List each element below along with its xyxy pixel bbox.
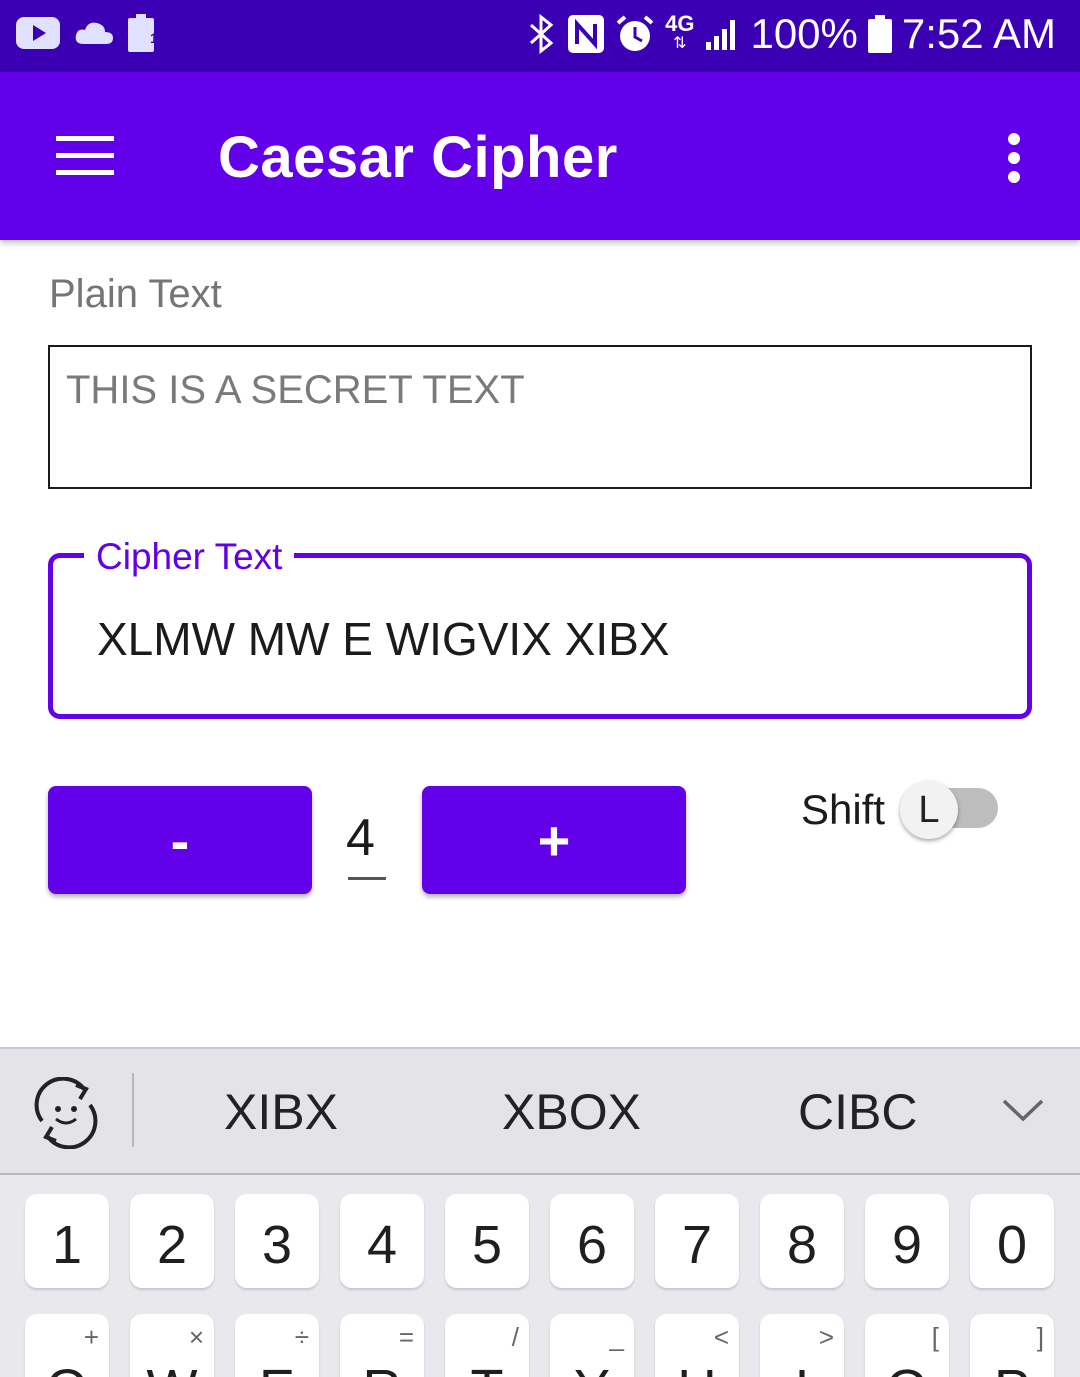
suggestion-3[interactable]: CIBC [798,1083,917,1141]
key-u[interactable]: <U [655,1314,739,1377]
plain-text-label: Plain Text [49,272,222,316]
key-o[interactable]: [O [865,1314,949,1377]
key-7[interactable]: 7 [655,1194,739,1288]
suggestion-1[interactable]: XIBX [224,1083,338,1141]
battery-percent: 100% [750,10,858,57]
key-i[interactable]: >I [760,1314,844,1377]
youtube-icon [16,17,60,49]
key-q[interactable]: +Q [25,1314,109,1377]
key-e[interactable]: ÷E [235,1314,319,1377]
status-bar: 100 4G ⇅ 100% 7:52 AM [0,0,1080,72]
clock: 7:52 AM [901,10,1056,57]
cipher-text-value[interactable]: XLMW MW E WIGVIX XIBX [97,612,669,666]
key-3[interactable]: 3 [235,1194,319,1288]
key-y[interactable]: _Y [550,1314,634,1377]
emoji-button[interactable] [30,1076,102,1150]
key-w[interactable]: ×W [130,1314,214,1377]
suggestion-divider [132,1073,134,1147]
decrease-shift-button[interactable]: - [48,786,312,894]
key-0[interactable]: 0 [970,1194,1054,1288]
cloud-icon [74,20,114,46]
plain-text-field[interactable] [48,345,1032,489]
overflow-menu-button[interactable] [994,122,1034,190]
app-bar: Caesar Cipher [0,72,1080,240]
increase-shift-button[interactable]: + [422,786,686,894]
key-2[interactable]: 2 [130,1194,214,1288]
key-6[interactable]: 6 [550,1194,634,1288]
key-8[interactable]: 8 [760,1194,844,1288]
app-title: Caesar Cipher [218,125,618,190]
key-p[interactable]: ]P [970,1314,1054,1377]
emoji-refresh-icon [34,1076,98,1150]
battery-badge-text: 100 [150,30,174,46]
key-9[interactable]: 9 [865,1194,949,1288]
status-right-icons: 4G ⇅ 100% 7:52 AM [525,10,1056,58]
shift-toggle-thumb[interactable]: L [900,781,958,839]
soft-keyboard: XIBX XBOX CIBC 1 2 3 4 5 6 7 8 9 0 +Q ×W… [0,1047,1080,1377]
suggestion-bar: XIBX XBOX CIBC [0,1049,1080,1175]
cipher-text-label: Cipher Text [84,536,295,578]
menu-button[interactable] [46,122,122,190]
expand-suggestions-button[interactable] [1000,1093,1046,1127]
status-left-icons: 100 [16,14,173,52]
key-r[interactable]: =R [340,1314,424,1377]
shift-toggle-label: Shift [801,786,886,833]
key-5[interactable]: 5 [445,1194,529,1288]
bluetooth-icon [525,14,557,54]
more-vertical-icon [1008,133,1020,183]
network-4g-icon: 4G ⇅ [665,11,695,53]
signal-icon [704,16,740,52]
alarm-icon [615,14,655,54]
hamburger-menu-icon [56,136,114,175]
chevron-down-icon [1002,1099,1044,1122]
key-t[interactable]: /T [445,1314,529,1377]
screen: 100 4G ⇅ 100% 7:52 AM Caesar Cipher Plai… [0,0,1080,1377]
key-4[interactable]: 4 [340,1194,424,1288]
shift-value-underline [348,877,386,880]
suggestion-2[interactable]: XBOX [502,1083,641,1141]
shift-value-field[interactable]: 4 [346,808,375,868]
battery-icon [867,15,892,53]
battery-badge-icon: 100 [128,14,173,52]
key-1[interactable]: 1 [25,1194,109,1288]
nfc-icon [567,14,605,54]
plain-text-input[interactable] [64,367,1008,414]
data-arrows-icon: ⇅ [673,35,687,52]
